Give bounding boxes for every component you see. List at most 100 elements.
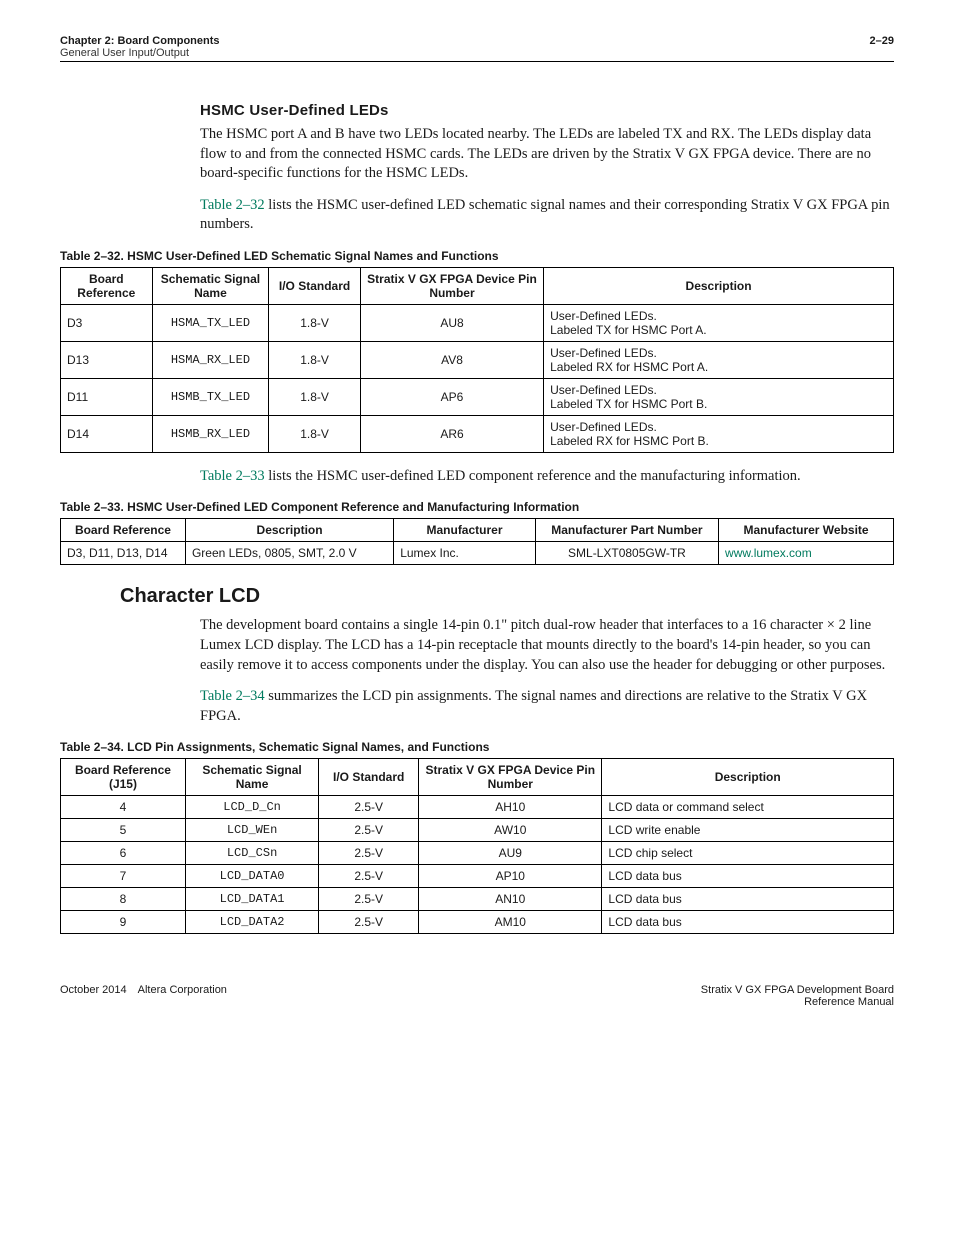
td: 2.5-V [319,911,419,934]
td: 1.8-V [269,341,361,378]
footer-doc-sub: Reference Manual [701,996,894,1008]
para-t33-intro: Table 2–33 lists the HSMC user-defined L… [200,467,894,487]
td: HSMA_TX_LED [152,304,269,341]
td: LCD data bus [602,865,894,888]
xref-table-2-32[interactable]: Table 2–32 [200,197,265,213]
td: AM10 [419,911,602,934]
th: Description [602,759,894,796]
page-header: Chapter 2: Board Components General User… [60,35,894,62]
td: 2.5-V [319,819,419,842]
heading-character-lcd: Character LCD [120,585,894,608]
th: Schematic Signal Name [185,759,318,796]
th: Stratix V GX FPGA Device Pin Number [419,759,602,796]
th: Board Reference [61,267,153,304]
td: LCD data bus [602,911,894,934]
caption-table-2-33: Table 2–33. HSMC User-Defined LED Compon… [60,500,894,514]
table-2-33: Board Reference Description Manufacturer… [60,518,894,565]
td: 1.8-V [269,415,361,452]
page-footer: October 2014 Altera Corporation Stratix … [60,984,894,1008]
th: I/O Standard [319,759,419,796]
para-lcd-1: The development board contains a single … [200,616,894,675]
td: LCD_CSn [185,842,318,865]
td: LCD_WEn [185,819,318,842]
td: 4 [61,796,186,819]
link-lumex[interactable]: www.lumex.com [725,546,812,560]
td: AU8 [360,304,543,341]
td: D3, D11, D13, D14 [61,542,186,565]
chapter-title: Chapter 2: Board Components [60,35,220,47]
footer-left: October 2014 Altera Corporation [60,984,227,1008]
para-lcd-2-text: summarizes the LCD pin assignments. The … [200,688,867,724]
section-hsmc-leds: HSMC User-Defined LEDs The HSMC port A a… [200,102,894,235]
td: D13 [61,341,153,378]
section-title: General User Input/Output [60,47,220,59]
td: LCD_DATA2 [185,911,318,934]
header-left: Chapter 2: Board Components General User… [60,35,220,59]
th: Manufacturer Website [719,519,894,542]
para-hsmc-2: Table 2–32 lists the HSMC user-defined L… [200,196,894,235]
td: AH10 [419,796,602,819]
td: HSMA_RX_LED [152,341,269,378]
xref-table-2-33[interactable]: Table 2–33 [200,468,265,484]
td: User-Defined LEDs.Labeled RX for HSMC Po… [544,341,894,378]
para-t33-text: lists the HSMC user-defined LED componen… [265,468,801,484]
td: LCD_DATA0 [185,865,318,888]
para-hsmc-1: The HSMC port A and B have two LEDs loca… [200,125,894,184]
td: HSMB_RX_LED [152,415,269,452]
table-row: D3, D11, D13, D14 Green LEDs, 0805, SMT,… [61,542,894,565]
td: LCD chip select [602,842,894,865]
section-after-t32: Table 2–33 lists the HSMC user-defined L… [200,467,894,487]
td: User-Defined LEDs.Labeled TX for HSMC Po… [544,378,894,415]
table-row: D14HSMB_RX_LED1.8-VAR6User-Defined LEDs.… [61,415,894,452]
td: D3 [61,304,153,341]
table-row: 9LCD_DATA22.5-VAM10LCD data bus [61,911,894,934]
th: Description [185,519,393,542]
table-header-row: Board Reference Description Manufacturer… [61,519,894,542]
td: 8 [61,888,186,911]
td: AP6 [360,378,543,415]
td: 2.5-V [319,842,419,865]
xref-table-2-34[interactable]: Table 2–34 [200,688,265,704]
th: Schematic Signal Name [152,267,269,304]
td: 6 [61,842,186,865]
td: D14 [61,415,153,452]
th: I/O Standard [269,267,361,304]
td: AR6 [360,415,543,452]
td: LCD_D_Cn [185,796,318,819]
footer-right: Stratix V GX FPGA Development Board Refe… [701,984,894,1008]
caption-table-2-32: Table 2–32. HSMC User-Defined LED Schema… [60,249,894,263]
td: 7 [61,865,186,888]
td: 2.5-V [319,796,419,819]
td: User-Defined LEDs.Labeled RX for HSMC Po… [544,415,894,452]
td: D11 [61,378,153,415]
table-row: D3HSMA_TX_LED1.8-VAU8User-Defined LEDs.L… [61,304,894,341]
th: Stratix V GX FPGA Device Pin Number [360,267,543,304]
th: Manufacturer [394,519,536,542]
table-2-34: Board Reference (J15) Schematic Signal N… [60,758,894,934]
section-character-lcd: The development board contains a single … [200,616,894,726]
td: User-Defined LEDs.Labeled TX for HSMC Po… [544,304,894,341]
caption-table-2-34: Table 2–34. LCD Pin Assignments, Schemat… [60,740,894,754]
td: LCD_DATA1 [185,888,318,911]
table-header-row: Board Reference (J15) Schematic Signal N… [61,759,894,796]
td: AV8 [360,341,543,378]
th: Board Reference (J15) [61,759,186,796]
td: www.lumex.com [719,542,894,565]
table-row: D13HSMA_RX_LED1.8-VAV8User-Defined LEDs.… [61,341,894,378]
td: HSMB_TX_LED [152,378,269,415]
td: Green LEDs, 0805, SMT, 2.0 V [185,542,393,565]
th: Board Reference [61,519,186,542]
table-row: 4LCD_D_Cn2.5-VAH10LCD data or command se… [61,796,894,819]
table-row: 7LCD_DATA02.5-VAP10LCD data bus [61,865,894,888]
td: 2.5-V [319,865,419,888]
td: LCD write enable [602,819,894,842]
th: Manufacturer Part Number [535,519,718,542]
td: 1.8-V [269,378,361,415]
td: LCD data or command select [602,796,894,819]
td: 2.5-V [319,888,419,911]
td: Lumex Inc. [394,542,536,565]
table-2-32: Board Reference Schematic Signal Name I/… [60,267,894,453]
table-row: 6LCD_CSn2.5-VAU9LCD chip select [61,842,894,865]
page-number: 2–29 [870,35,894,59]
footer-doc-title: Stratix V GX FPGA Development Board [701,984,894,996]
